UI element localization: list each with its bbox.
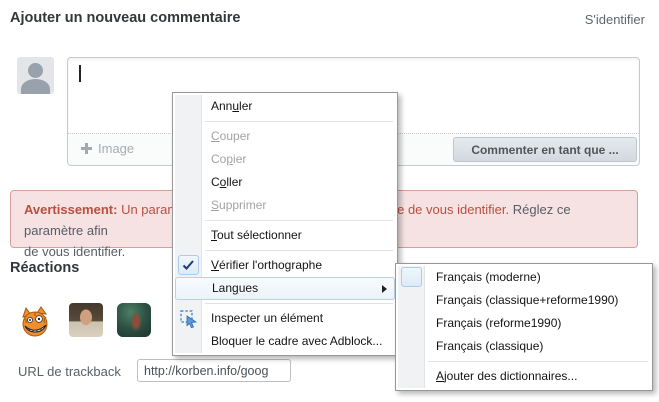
signin-link[interactable]: S'identifier (585, 12, 645, 27)
submenu-item-francais-reforme1990[interactable]: Français (reforme1990) (398, 312, 650, 335)
page-title: Ajouter un nouveau commentaire (10, 10, 240, 26)
warning-gray-text-line2: de vous identifier. (24, 244, 125, 259)
cat-cartoon-image (19, 304, 53, 338)
text-caret (79, 65, 81, 82)
menu-item-supprimer[interactable]: Supprimer (175, 194, 395, 217)
comment-as-button[interactable]: Commenter en tant que ... (453, 137, 637, 162)
submenu-item-francais-classique-reforme[interactable]: Français (classique+reforme1990) (398, 289, 650, 312)
menu-separator (205, 121, 393, 122)
plus-icon (81, 143, 92, 154)
menu-item-bloquer-adblock[interactable]: Bloquer le cadre avec Adblock... (175, 330, 395, 353)
menu-item-coller[interactable]: Coller (175, 171, 395, 194)
user-avatar-placeholder (17, 57, 54, 94)
menu-item-verifier-orthographe[interactable]: Vérifier l'orthographe (175, 254, 395, 277)
languages-submenu: Français (moderne) Français (classique+r… (395, 263, 653, 391)
comment-widget: Ajouter un nouveau commentaire S'identif… (0, 0, 659, 402)
checkmark-icon (178, 255, 199, 275)
submenu-item-ajouter-dictionnaires[interactable]: Ajouter des dictionnaires... (398, 365, 650, 388)
menu-separator (428, 361, 648, 362)
warning-label: Avertissement: (24, 202, 117, 217)
reaction-avatar-cat[interactable] (19, 304, 53, 338)
radio-selected-icon (401, 267, 422, 287)
context-menu: Annuler Couper Copier Coller Supprimer T… (172, 92, 398, 356)
menu-item-couper[interactable]: Couper (175, 125, 395, 148)
reaction-avatar-man[interactable] (69, 303, 103, 337)
menu-item-langues[interactable]: Langues (175, 277, 395, 300)
submenu-item-francais-moderne[interactable]: Français (moderne) (398, 266, 650, 289)
menu-separator (205, 250, 393, 251)
attach-image-button[interactable]: Image (81, 141, 134, 156)
menu-item-inspecter-element[interactable]: Inspecter un élément (175, 307, 395, 330)
reaction-avatar-fantasy[interactable] (117, 303, 151, 337)
menu-separator (205, 220, 393, 221)
submenu-item-francais-classique[interactable]: Français (classique) (398, 335, 650, 358)
menu-item-tout-selectionner[interactable]: Tout sélectionner (175, 224, 395, 247)
inspect-element-icon (180, 310, 198, 328)
menu-item-annuler[interactable]: Annuler (175, 95, 395, 118)
trackback-label: URL de trackback (18, 364, 121, 379)
trackback-url-input[interactable] (137, 359, 291, 382)
reactions-title: Réactions (10, 260, 79, 276)
menu-separator (205, 303, 393, 304)
menu-item-copier[interactable]: Copier (175, 148, 395, 171)
submenu-arrow-icon (382, 285, 387, 293)
